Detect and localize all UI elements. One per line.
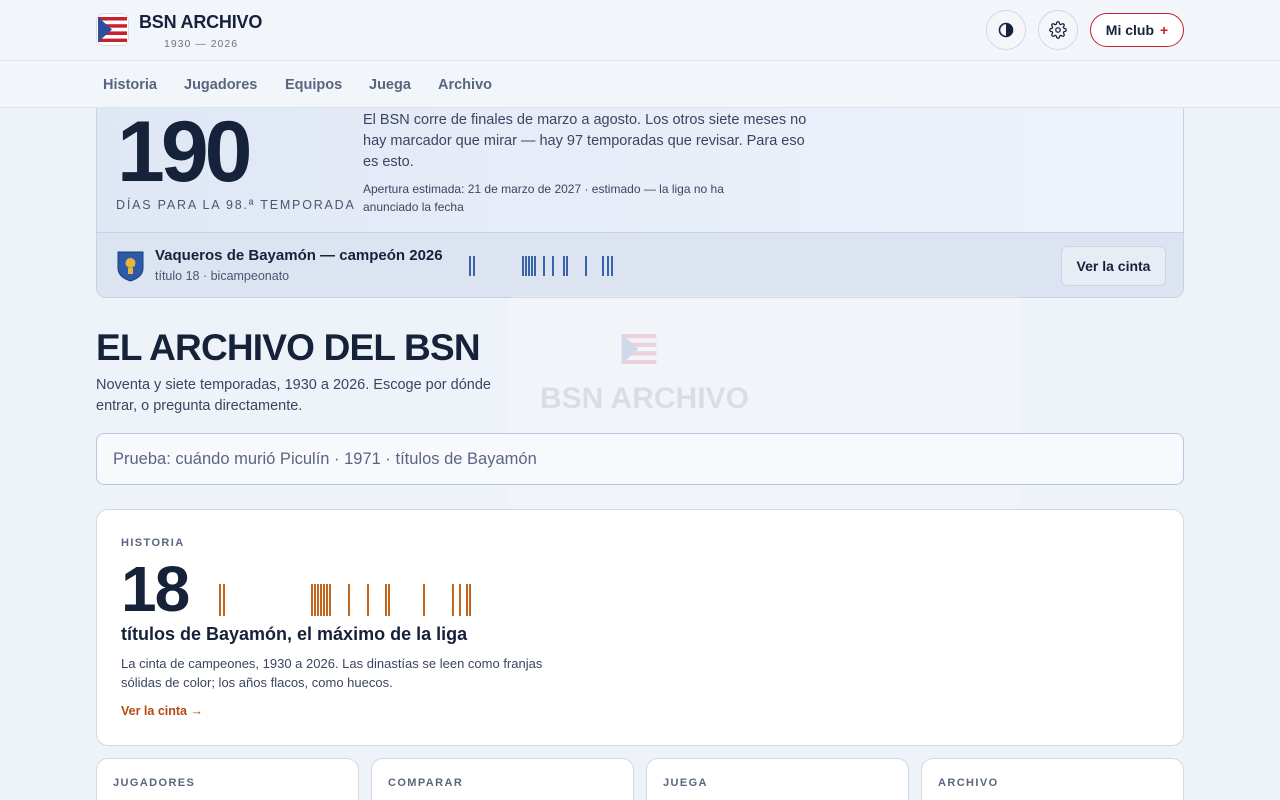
search-input[interactable] [96, 433, 1184, 485]
plus-icon: + [1160, 22, 1169, 38]
tape-stripe [531, 256, 533, 276]
tape-stripe [219, 584, 221, 616]
settings-button[interactable] [1038, 10, 1078, 50]
tape-stripe [528, 256, 530, 276]
nav-item-historia[interactable]: Historia [103, 77, 157, 93]
tape-stripe [607, 256, 609, 276]
days-countdown-number: 190 [117, 104, 252, 200]
main-nav: Historia Jugadores Equipos Juega Archivo [0, 61, 1280, 108]
team-shield-icon [117, 251, 144, 282]
champion-row: Vaqueros de Bayamón — campeón 2026 títul… [97, 232, 1183, 297]
card-juega[interactable]: JUEGA [646, 758, 909, 800]
tape-stripe [223, 584, 225, 616]
countdown-note: Apertura estimada: 21 de marzo de 2027 ·… [363, 182, 724, 214]
tape-stripe [469, 584, 471, 616]
card-kicker: JUGADORES [113, 777, 196, 789]
theme-toggle-button[interactable] [986, 10, 1026, 50]
brand-logo-link[interactable]: BSN ARCHIVO 1930 — 2026 [96, 13, 262, 50]
mi-club-button[interactable]: Mi club + [1090, 13, 1184, 47]
card-kicker: COMPARAR [388, 777, 464, 789]
championship-tape [469, 256, 613, 276]
tape-stripe [602, 256, 604, 276]
champion-subtitle: título 18 · bicampeonato [155, 269, 290, 283]
historia-number: 18 [121, 553, 190, 625]
ghost-brand-title: BSN ARCHIVO [540, 382, 749, 415]
historia-heading: títulos de Bayamón, el máximo de la liga [121, 624, 468, 644]
gear-icon [1049, 21, 1067, 39]
top-header: BSN ARCHIVO 1930 — 2026 Mi club + [0, 0, 1280, 61]
tape-stripe [367, 584, 369, 616]
nav-item-equipos[interactable]: Equipos [285, 77, 342, 93]
flag-icon [621, 334, 657, 364]
arrow-right-icon: → [190, 704, 204, 718]
championship-tape [219, 584, 471, 616]
tape-stripe [385, 584, 387, 616]
historia-card[interactable]: HISTORIA 18 títulos de Bayamón, el máxim… [96, 509, 1184, 746]
tape-stripe [317, 584, 319, 616]
brand-years: 1930 — 2026 [164, 38, 239, 50]
tape-stripe [611, 256, 613, 276]
champion-title: Vaqueros de Bayamón — campeón 2026 [155, 247, 443, 264]
tape-stripe [543, 256, 545, 276]
nav-item-archivo[interactable]: Archivo [438, 77, 492, 93]
tape-stripe [466, 584, 468, 616]
tape-stripe [326, 584, 328, 616]
contrast-icon [998, 22, 1014, 38]
tape-stripe [452, 584, 454, 616]
archive-title: EL ARCHIVO DEL BSN [96, 327, 481, 368]
tape-stripe [552, 256, 554, 276]
tape-stripe [329, 584, 331, 616]
ver-cinta-link[interactable]: Ver la cinta → [121, 704, 203, 718]
tape-stripe [525, 256, 527, 276]
historia-description: La cinta de campeones, 1930 a 2026. Las … [121, 656, 543, 690]
archive-subtitle: Noventa y siete temporadas, 1930 a 2026.… [96, 377, 491, 414]
tape-stripe [314, 584, 316, 616]
tape-stripe [423, 584, 425, 616]
nav-item-jugadores[interactable]: Jugadores [184, 77, 257, 93]
tape-stripe [585, 256, 587, 276]
card-comparar[interactable]: COMPARAR [371, 758, 634, 800]
card-jugadores[interactable]: JUGADORES [96, 758, 359, 800]
tape-stripe [311, 584, 313, 616]
ver-cinta-link-label: Ver la cinta [121, 704, 188, 718]
tape-stripe [566, 256, 568, 276]
tape-stripe [348, 584, 350, 616]
historia-kicker: HISTORIA [121, 537, 185, 549]
flag-icon [96, 13, 129, 46]
tape-stripe [563, 256, 565, 276]
countdown-description: El BSN corre de finales de marzo a agost… [363, 112, 807, 170]
tape-stripe [388, 584, 390, 616]
season-countdown-panel: 190 DÍAS PARA LA 98.ª TEMPORADA El BSN c… [96, 80, 1184, 298]
days-countdown-label: DÍAS PARA LA 98.ª TEMPORADA [116, 198, 356, 212]
card-kicker: ARCHIVO [938, 777, 999, 789]
tape-stripe [323, 584, 325, 616]
mi-club-label: Mi club [1105, 22, 1155, 38]
tape-stripe [469, 256, 471, 276]
tape-stripe [459, 584, 461, 616]
card-kicker: JUEGA [663, 777, 708, 789]
card-archivo[interactable]: ARCHIVO [921, 758, 1184, 800]
ver-cinta-button[interactable]: Ver la cinta [1061, 246, 1166, 286]
tape-stripe [473, 256, 475, 276]
tape-stripe [534, 256, 536, 276]
tape-stripe [522, 256, 524, 276]
brand-title: BSN ARCHIVO [139, 12, 263, 32]
tape-stripe [320, 584, 322, 616]
nav-item-juega[interactable]: Juega [369, 77, 411, 93]
